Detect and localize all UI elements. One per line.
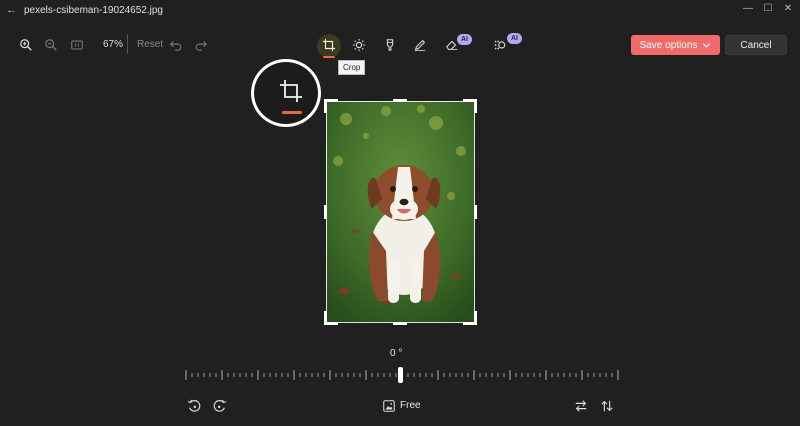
- aspect-ratio-icon[interactable]: [380, 397, 398, 415]
- crop-handle-bottom-left-vertical[interactable]: [324, 311, 327, 325]
- actual-size-icon[interactable]: [67, 35, 87, 55]
- crop-tooltip: Crop: [338, 60, 366, 75]
- crop-icon-magnified: [280, 80, 302, 102]
- ai-badge-background: AI: [507, 33, 522, 44]
- crop-handle-right[interactable]: [474, 205, 477, 219]
- crop-handle-top[interactable]: [393, 99, 407, 102]
- back-arrow-icon[interactable]: ←: [6, 4, 18, 18]
- close-icon[interactable]: ✕: [780, 3, 796, 17]
- crop-handle-left[interactable]: [324, 205, 327, 219]
- toolbar-divider: [127, 34, 128, 54]
- crop-icon[interactable]: [319, 35, 339, 55]
- save-options-label: Save options: [639, 39, 698, 51]
- markup-icon[interactable]: [410, 35, 430, 55]
- reset-button[interactable]: Reset: [137, 39, 163, 50]
- maximize-icon[interactable]: ☐: [760, 3, 776, 17]
- crop-handle-top-left-vertical[interactable]: [324, 99, 327, 113]
- adjust-brightness-icon[interactable]: [349, 35, 369, 55]
- flip-vertical-icon[interactable]: [598, 397, 616, 415]
- filter-icon[interactable]: [380, 35, 400, 55]
- crop-handle-bottom-right-vertical[interactable]: [474, 311, 477, 325]
- aspect-ratio-label[interactable]: Free: [400, 400, 421, 411]
- crop-active-indicator-magnified: [282, 111, 302, 114]
- cancel-label: Cancel: [740, 39, 772, 51]
- crop-handle-top-right-vertical[interactable]: [474, 99, 477, 113]
- crop-handle-bottom[interactable]: [393, 322, 407, 325]
- zoom-out-icon[interactable]: [41, 35, 61, 55]
- rotation-value: 0 °: [390, 348, 403, 359]
- cancel-button[interactable]: Cancel: [725, 35, 787, 55]
- rotate-left-icon[interactable]: [185, 397, 203, 415]
- flip-horizontal-icon[interactable]: [572, 397, 590, 415]
- chevron-down-icon: [703, 42, 711, 48]
- crop-active-indicator: [323, 56, 335, 58]
- save-options-button[interactable]: Save options: [631, 35, 720, 55]
- zoom-in-icon[interactable]: [16, 35, 36, 55]
- window-title: pexels-csibeman-19024652.jpg: [24, 5, 163, 16]
- title-bar: ← pexels-csibeman-19024652.jpg — ☐ ✕: [0, 0, 800, 22]
- ai-badge-erase: AI: [457, 34, 472, 45]
- crop-frame[interactable]: [326, 101, 475, 323]
- zoom-level[interactable]: 67%: [103, 39, 123, 50]
- undo-icon[interactable]: [166, 35, 186, 55]
- rotate-right-icon[interactable]: [211, 397, 229, 415]
- minimize-icon[interactable]: —: [740, 3, 756, 17]
- rotation-slider-thumb[interactable]: [398, 367, 403, 383]
- redo-icon[interactable]: [191, 35, 211, 55]
